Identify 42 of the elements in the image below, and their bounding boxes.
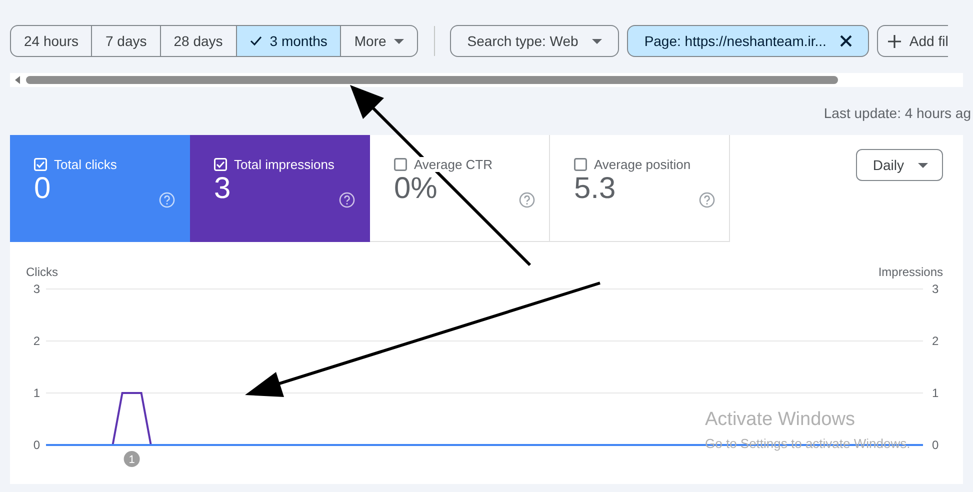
caret-icon (592, 38, 602, 44)
check-icon (250, 36, 262, 46)
metric-label: Total clicks (54, 157, 117, 172)
plus-icon (888, 34, 902, 48)
close-icon[interactable] (840, 35, 852, 47)
axis-tick-label: 1 (33, 386, 40, 400)
metric-label: Total impressions (234, 157, 334, 172)
axis-tick-label: 0 (33, 438, 40, 452)
axis-title: Clicks (26, 265, 58, 279)
axis-title: Impressions (878, 265, 943, 279)
help-icon[interactable] (699, 192, 715, 208)
filter-chip[interactable]: Add fil (877, 25, 948, 57)
metric-value: 3 (214, 172, 231, 205)
scrollbar[interactable] (10, 73, 963, 87)
metric-card[interactable]: Average position 5.3 (550, 135, 730, 242)
metric-value: 0% (394, 172, 438, 205)
axis-tick-label: 0 (932, 438, 939, 452)
caret-icon (918, 162, 928, 168)
metric-value: 0 (34, 172, 51, 205)
metric-value: 5.3 (574, 172, 616, 205)
range-tab[interactable]: 24 hours (11, 26, 92, 56)
checkbox[interactable] (574, 158, 587, 171)
range-tab[interactable]: 3 months (236, 26, 342, 56)
range-tab[interactable]: 7 days (92, 26, 161, 56)
axis-tick-label: 3 (932, 282, 939, 296)
axis-tick-label: 2 (33, 334, 40, 348)
caret-icon (394, 38, 404, 44)
axis-tick-label: 1 (932, 386, 939, 400)
activation-title: Activate Windows (705, 410, 856, 431)
metric-label: Average CTR (414, 157, 493, 172)
axis-tick-label: 2 (932, 334, 939, 348)
axis-tick-label: 3 (33, 282, 40, 296)
more-button[interactable]: More (341, 26, 418, 56)
checkbox[interactable] (394, 158, 407, 171)
last-update-text: Last update: 4 hours ag (824, 105, 971, 121)
granularity-dropdown[interactable]: Daily (856, 149, 943, 181)
metric-label: Average position (594, 157, 691, 172)
scroll-left-icon[interactable] (15, 76, 20, 84)
filter-chip[interactable]: Search type: Web (450, 25, 620, 57)
filter-chip[interactable]: Page: https://neshanteam.ir... (627, 25, 870, 57)
metric-card[interactable]: Average CTR 0% (370, 135, 550, 242)
help-icon[interactable] (519, 192, 535, 208)
